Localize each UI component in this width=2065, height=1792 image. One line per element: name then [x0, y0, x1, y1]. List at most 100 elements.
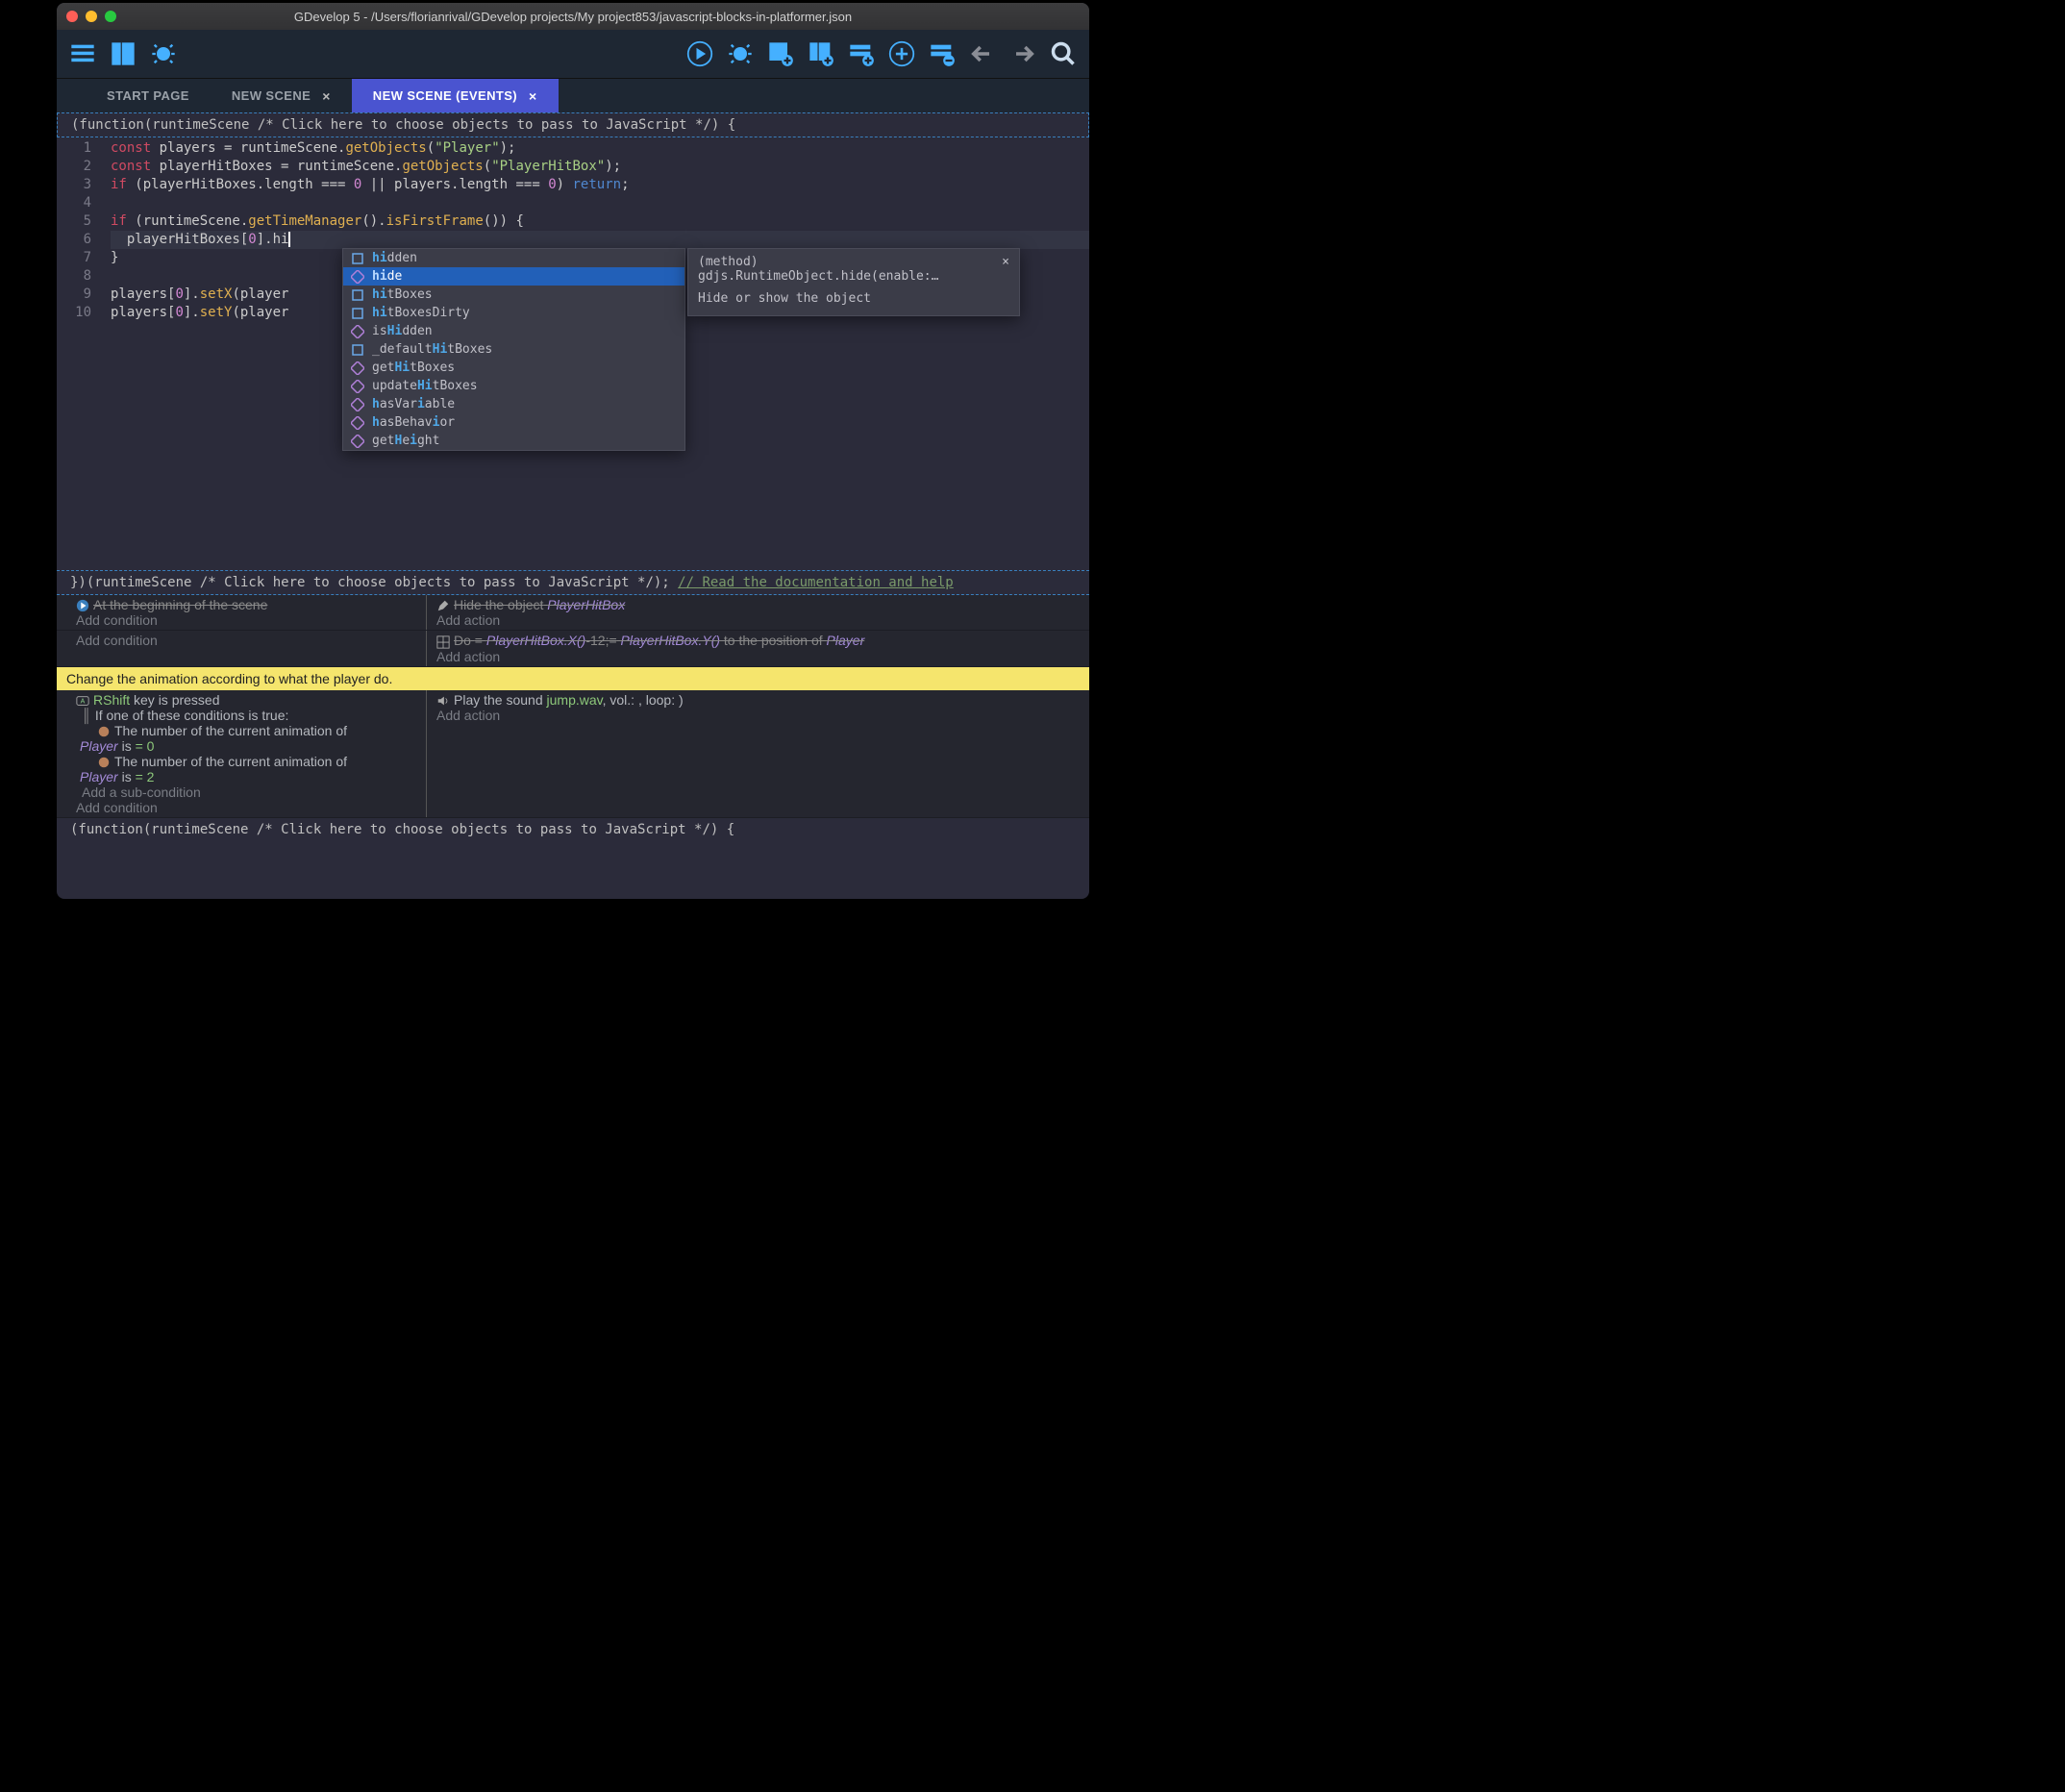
js-block-signature-close[interactable]: })(runtimeScene /* Click here to choose …: [57, 570, 1089, 595]
debug-play-button[interactable]: [724, 37, 757, 70]
add-sub-condition[interactable]: Add a sub-condition: [76, 784, 420, 800]
js-block-bottom[interactable]: (function(runtimeScene /* Click here to …: [57, 818, 1089, 841]
minimize-window-button[interactable]: [86, 11, 97, 22]
autocomplete-item[interactable]: hide: [343, 267, 684, 286]
undo-button[interactable]: [966, 37, 999, 70]
action-text: Play the sound: [454, 692, 547, 708]
autocomplete-item[interactable]: _defaultHitBoxes: [343, 340, 684, 359]
add-condition[interactable]: Add condition: [76, 800, 420, 815]
redo-button[interactable]: [1007, 37, 1039, 70]
method-icon: [351, 270, 364, 284]
code-line[interactable]: if (playerHitBoxes.length === 0 || playe…: [111, 176, 1089, 194]
zoom-window-button[interactable]: [105, 11, 116, 22]
fist-icon: [97, 725, 111, 738]
app-window: GDevelop 5 - /Users/florianrival/GDevelo…: [57, 3, 1089, 899]
action-play-sound[interactable]: Play the sound jump.wav, vol.: , loop: ): [436, 692, 1083, 708]
code-line[interactable]: [111, 194, 1089, 212]
window-title: GDevelop 5 - /Users/florianrival/GDevelo…: [57, 10, 1089, 24]
add-action[interactable]: Add action: [436, 649, 1083, 664]
add-action[interactable]: Add action: [436, 612, 1083, 628]
line-number: 6: [57, 231, 111, 249]
tab-start-page[interactable]: START PAGE: [86, 79, 211, 112]
method-icon: [351, 416, 364, 430]
tab-new-scene[interactable]: NEW SCENE ×: [211, 79, 352, 112]
close-window-button[interactable]: [66, 11, 78, 22]
add-condition[interactable]: Add condition: [76, 633, 420, 648]
tab-label: START PAGE: [107, 88, 189, 103]
line-number: 9: [57, 286, 111, 304]
add-comment-button[interactable]: [845, 37, 878, 70]
condition-text: is: [118, 738, 136, 754]
condition-value: = 0: [136, 738, 155, 754]
line-gutter: 12345678910: [57, 137, 111, 570]
autocomplete-item[interactable]: hasVariable: [343, 395, 684, 413]
close-tab-icon[interactable]: ×: [322, 88, 331, 104]
line-number: 3: [57, 176, 111, 194]
action-object: PlayerHitBox: [547, 597, 625, 612]
tab-label: NEW SCENE: [232, 88, 311, 103]
condition-or-label: If one of these conditions is true:: [95, 708, 289, 723]
autocomplete-item[interactable]: getHitBoxes: [343, 359, 684, 377]
play-button[interactable]: [684, 37, 716, 70]
action-text: , vol.: , loop: ): [603, 692, 684, 708]
speaker-icon: [436, 694, 450, 708]
action-text: to the position of: [720, 633, 827, 648]
autocomplete-item[interactable]: getHeight: [343, 432, 684, 450]
condition-text: is: [118, 769, 136, 784]
add-subevent-button[interactable]: [805, 37, 837, 70]
toggle-properties-icon[interactable]: [107, 37, 139, 70]
close-tab-icon[interactable]: ×: [529, 88, 537, 104]
condition-animation-0[interactable]: The number of the current animation of: [76, 723, 420, 738]
add-condition[interactable]: Add condition: [76, 612, 420, 628]
autocomplete-item[interactable]: hasBehavior: [343, 413, 684, 432]
tab-label: NEW SCENE (EVENTS): [373, 88, 517, 103]
autocomplete-item[interactable]: hidden: [343, 249, 684, 267]
add-button[interactable]: [885, 37, 918, 70]
remove-event-button[interactable]: [926, 37, 958, 70]
condition-object: Player: [80, 738, 118, 754]
code-line[interactable]: const players = runtimeScene.getObjects(…: [111, 139, 1089, 158]
condition-begin-scene[interactable]: At the beginning of the scene: [76, 597, 420, 612]
autocomplete-item[interactable]: hitBoxes: [343, 286, 684, 304]
event-row[interactable]: ARShift key is pressed ║ If one of these…: [57, 690, 1089, 819]
method-icon: [351, 398, 364, 411]
action-hide[interactable]: Hide the object PlayerHitBox: [436, 597, 1083, 612]
method-icon: [351, 325, 364, 338]
line-number: 5: [57, 212, 111, 231]
event-comment[interactable]: Change the animation according to what t…: [57, 667, 1089, 690]
condition-animation-2[interactable]: The number of the current animation of: [76, 754, 420, 769]
code-line[interactable]: playerHitBoxes[0].hi: [111, 231, 1089, 249]
action-text: =: [609, 633, 616, 648]
docs-link[interactable]: // Read the documentation and help: [678, 575, 954, 590]
event-row[interactable]: At the beginning of the scene Add condit…: [57, 595, 1089, 631]
toggle-events-icon[interactable]: [66, 37, 99, 70]
action-expr: PlayerHitBox.Y(): [621, 633, 720, 648]
field-icon: [351, 288, 364, 302]
action-set-position[interactable]: Do = PlayerHitBox.X()-12;= PlayerHitBox.…: [436, 633, 1083, 648]
autocomplete-popup[interactable]: hiddenhidehitBoxeshitBoxesDirtyisHidden_…: [342, 248, 685, 451]
add-action[interactable]: Add action: [436, 708, 1083, 723]
code-line[interactable]: if (runtimeScene.getTimeManager().isFirs…: [111, 212, 1089, 231]
autocomplete-item[interactable]: isHidden: [343, 322, 684, 340]
add-event-button[interactable]: [764, 37, 797, 70]
autocomplete-item[interactable]: hitBoxesDirty: [343, 304, 684, 322]
field-icon: [351, 307, 364, 320]
condition-or[interactable]: ║ If one of these conditions is true:: [76, 708, 420, 723]
tooltip-close-icon[interactable]: ×: [1002, 255, 1009, 284]
tooltip-description: Hide or show the object: [698, 291, 1009, 306]
signature-tooltip: (method) gdjs.RuntimeObject.hide(enable:…: [687, 248, 1020, 316]
action-text: -12;: [585, 633, 609, 648]
condition-text: The number of the current animation of: [114, 754, 347, 769]
code-editor[interactable]: 12345678910 const players = runtimeScene…: [57, 137, 1089, 570]
toolbar: [57, 30, 1089, 78]
tab-new-scene-events[interactable]: NEW SCENE (EVENTS) ×: [352, 79, 559, 112]
line-number: 4: [57, 194, 111, 212]
code-line[interactable]: const playerHitBoxes = runtimeScene.getO…: [111, 158, 1089, 176]
autocomplete-item[interactable]: updateHitBoxes: [343, 377, 684, 395]
condition-key-pressed[interactable]: ARShift key is pressed: [76, 692, 420, 708]
event-row[interactable]: Add condition Do = PlayerHitBox.X()-12;=…: [57, 631, 1089, 666]
js-block-signature[interactable]: (function(runtimeScene /* Click here to …: [57, 112, 1089, 137]
search-button[interactable]: [1047, 37, 1080, 70]
method-icon: [351, 380, 364, 393]
debug-icon[interactable]: [147, 37, 180, 70]
